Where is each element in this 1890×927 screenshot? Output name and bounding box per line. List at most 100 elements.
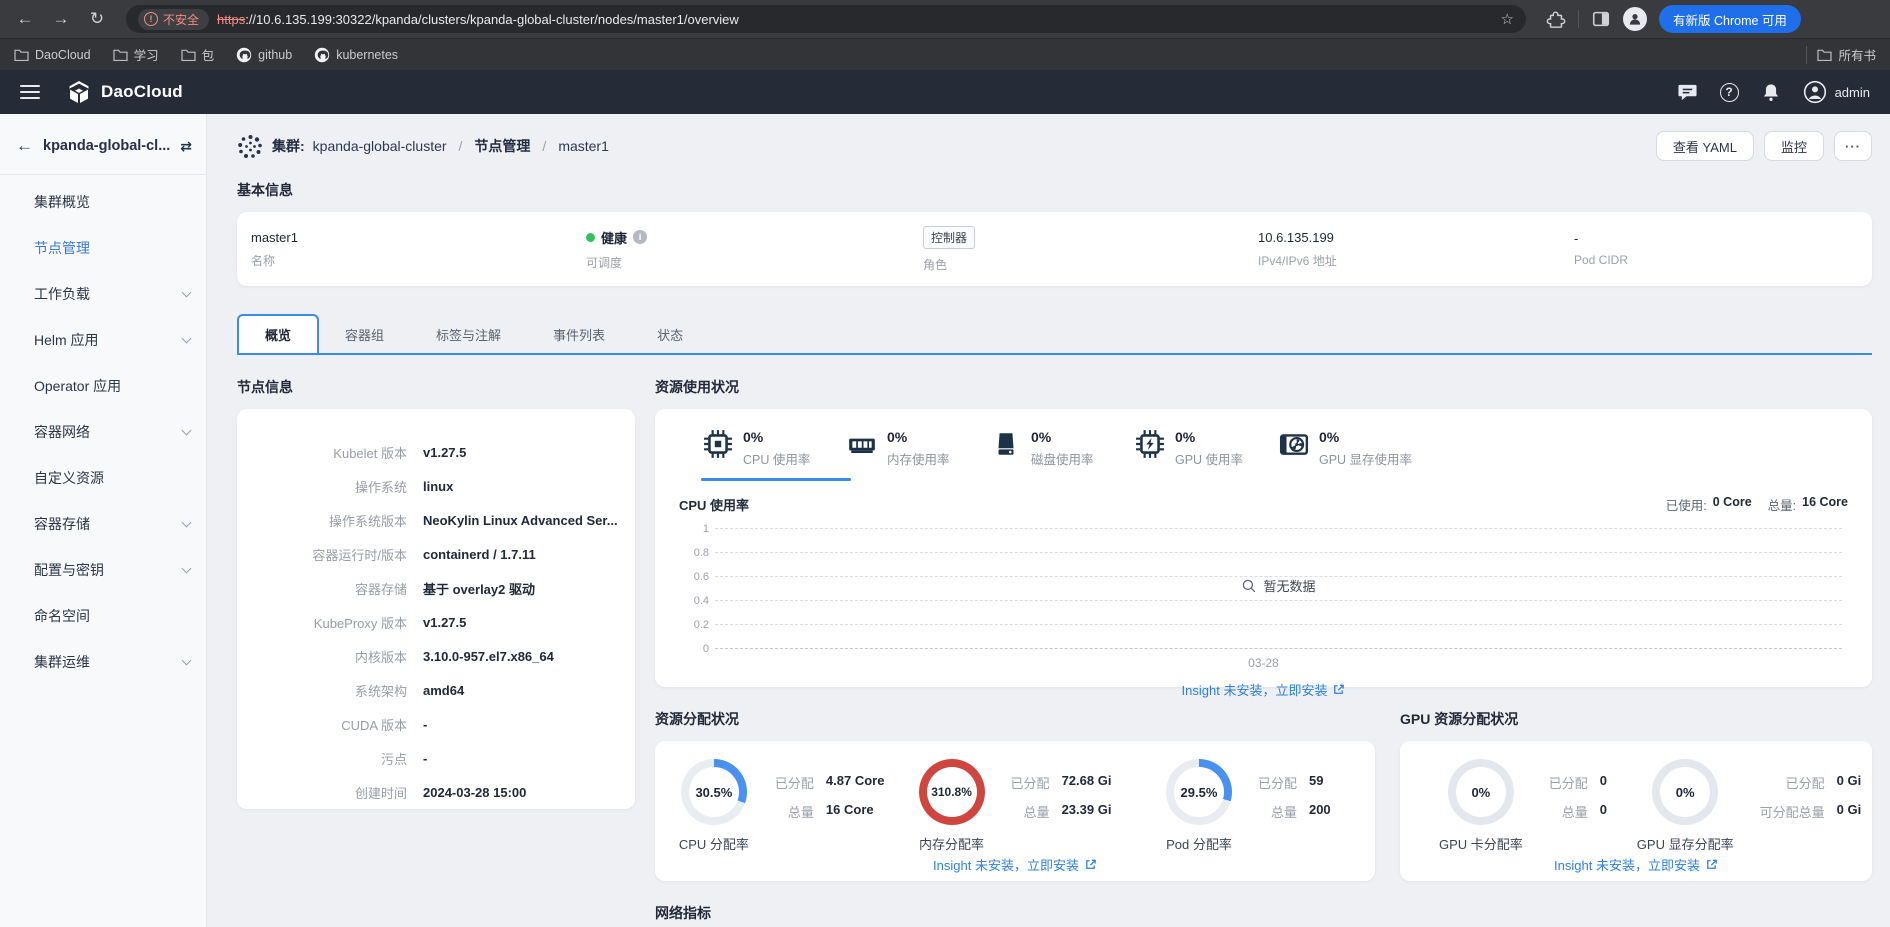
folder-icon (14, 48, 29, 61)
side-panel-icon[interactable] (1591, 9, 1611, 29)
tab-labels-annotations[interactable]: 标签与注解 (410, 316, 527, 353)
sidebar-item-node-management[interactable]: 节点管理 (0, 225, 206, 271)
main-content: 集群: kpanda-global-cluster / 节点管理 / maste… (207, 114, 1890, 927)
browser-back-button[interactable]: ← (10, 4, 40, 34)
sidebar-item-operator-apps[interactable]: Operator 应用 (0, 363, 206, 409)
search-icon (1241, 578, 1257, 594)
stat-cpu-usage[interactable]: 0%CPU 使用率 (703, 429, 847, 481)
chevron-down-icon (182, 334, 192, 344)
sidebar-item-cluster-ops[interactable]: 集群运维 (0, 639, 206, 685)
sidebar-item-cluster-overview[interactable]: 集群概览 (0, 179, 206, 225)
pod-cidr-value: - (1574, 231, 1628, 246)
usage-title: 资源使用状况 (655, 377, 1872, 397)
chevron-down-icon (182, 656, 192, 666)
stat-memory-usage[interactable]: 0%内存使用率 (847, 429, 991, 481)
insight-install-link[interactable]: Insight 未安装，立即安装 (1410, 855, 1862, 874)
brand-name: DaoCloud (101, 82, 183, 102)
notifications-bell-icon[interactable] (1761, 82, 1781, 103)
breadcrumb-cluster[interactable]: kpanda-global-cluster (313, 138, 447, 154)
gpu-memory-icon (1279, 429, 1309, 459)
sidebar-item-workloads[interactable]: 工作负载 (0, 271, 206, 317)
tab-status[interactable]: 状态 (631, 316, 709, 353)
external-link-icon (1084, 858, 1097, 871)
browser-forward-button[interactable]: → (46, 4, 76, 34)
cluster-name[interactable]: kpanda-global-cl... (43, 138, 170, 154)
x-axis-tick: 03-28 (679, 656, 1848, 670)
no-data-placeholder: 暂无数据 (715, 576, 1842, 595)
cpu-usage-chart: 1 0.8 0.6 0.4 0.2 0 暂无数据 (715, 528, 1842, 648)
stat-gpu-memory-usage[interactable]: 0%GPU 显存使用率 (1279, 429, 1423, 481)
tab-bar: 概览 容器组 标签与注解 事件列表 状态 (237, 314, 1872, 355)
external-link-icon (1332, 683, 1345, 696)
view-yaml-button[interactable]: 查看 YAML (1656, 131, 1754, 161)
toolbar-divider (1578, 10, 1579, 28)
sidebar-item-config-secrets[interactable]: 配置与密钥 (0, 547, 206, 593)
more-actions-button[interactable]: ··· (1834, 131, 1872, 161)
allocation-title: 资源分配状况 (655, 709, 1375, 729)
daocloud-brand[interactable]: DaoCloud (66, 79, 183, 105)
messages-icon[interactable] (1677, 82, 1698, 102)
address-bar[interactable]: ! 不安全 https://10.6.135.199:30322/kpanda/… (126, 5, 1526, 33)
gpu-chip-icon (1135, 429, 1165, 459)
tab-pods[interactable]: 容器组 (319, 316, 410, 353)
pod-allocation-group: 29.5% Pod 分配率 已分配59 总量200 (1132, 759, 1365, 853)
created-at: 2024-03-28 15:00 (423, 785, 526, 800)
url-scheme: https (217, 12, 245, 27)
menu-toggle-icon[interactable] (20, 85, 40, 99)
browser-profile-avatar[interactable] (1623, 7, 1647, 31)
bookmark-github[interactable]: github (236, 47, 292, 63)
cpu-chip-icon (703, 429, 733, 459)
warning-icon: ! (144, 12, 158, 26)
cuda-version: - (423, 717, 427, 732)
insight-install-link[interactable]: Insight 未安装，立即安装 (665, 855, 1365, 874)
cpu-allocation-donut: 30.5% (681, 759, 747, 825)
bookmark-folder-package[interactable]: 包 (181, 45, 215, 64)
taints: - (423, 751, 427, 766)
node-name-label: 名称 (251, 252, 586, 269)
sidebar-item-namespaces[interactable]: 命名空间 (0, 593, 206, 639)
url-rest: ://10.6.135.199:30322/kpanda/clusters/kp… (245, 12, 739, 27)
browser-toolbar: ← → ↻ ! 不安全 https://10.6.135.199:30322/k… (0, 0, 1890, 38)
os-version: NeoKylin Linux Advanced Ser... (423, 513, 618, 528)
breadcrumb-separator: / (459, 138, 463, 154)
back-arrow-icon[interactable]: ← (16, 136, 33, 156)
bookmark-star-icon[interactable]: ☆ (1501, 10, 1514, 28)
stat-gpu-usage[interactable]: 0%GPU 使用率 (1135, 429, 1279, 481)
tab-overview[interactable]: 概览 (237, 314, 319, 353)
sidebar-item-container-storage[interactable]: 容器存储 (0, 501, 206, 547)
help-icon[interactable]: ? (1720, 83, 1739, 102)
bookmark-folder-daocloud[interactable]: DaoCloud (14, 48, 91, 62)
architecture: amd64 (423, 683, 464, 698)
folder-icon (1817, 48, 1832, 61)
disk-icon (991, 429, 1021, 459)
user-menu[interactable]: admin (1803, 80, 1870, 104)
github-icon (236, 47, 252, 63)
breadcrumb-section[interactable]: 节点管理 (474, 136, 530, 156)
node-ip: 10.6.135.199 (1258, 230, 1574, 245)
browser-reload-button[interactable]: ↻ (82, 4, 112, 34)
sidebar-item-custom-resources[interactable]: 自定义资源 (0, 455, 206, 501)
username: admin (1835, 85, 1870, 100)
bookmark-folder-study[interactable]: 学习 (113, 45, 159, 64)
chart-title: CPU 使用率 (679, 495, 749, 514)
breadcrumb-separator: / (542, 138, 546, 154)
node-info-card: Kubelet 版本v1.27.5 操作系统linux 操作系统版本NeoKyl… (237, 409, 635, 809)
bookmark-kubernetes[interactable]: kubernetes (314, 47, 398, 63)
sidebar-item-container-network[interactable]: 容器网络 (0, 409, 206, 455)
all-bookmarks-button[interactable]: 所有书 (1817, 45, 1876, 64)
kernel-version: 3.10.0-957.el7.x86_64 (423, 649, 554, 664)
insight-install-link[interactable]: Insight 未安装，立即安装 (679, 680, 1848, 699)
sidebar-item-helm-apps[interactable]: Helm 应用 (0, 317, 206, 363)
stat-disk-usage[interactable]: 0%磁盘使用率 (991, 429, 1135, 481)
pod-cidr-label: Pod CIDR (1574, 253, 1628, 267)
container-storage: 基于 overlay2 驱动 (423, 579, 535, 598)
chrome-update-button[interactable]: 有新版 Chrome 可用 (1659, 5, 1801, 33)
switch-cluster-icon[interactable]: ⇄ (180, 138, 192, 155)
extensions-icon[interactable] (1546, 9, 1566, 29)
not-secure-chip[interactable]: ! 不安全 (138, 9, 209, 30)
info-icon[interactable]: i (633, 230, 647, 244)
tab-events[interactable]: 事件列表 (527, 316, 631, 353)
role-label: 角色 (923, 256, 1258, 273)
monitor-button[interactable]: 监控 (1764, 131, 1824, 161)
bookmarks-divider (1806, 46, 1807, 64)
